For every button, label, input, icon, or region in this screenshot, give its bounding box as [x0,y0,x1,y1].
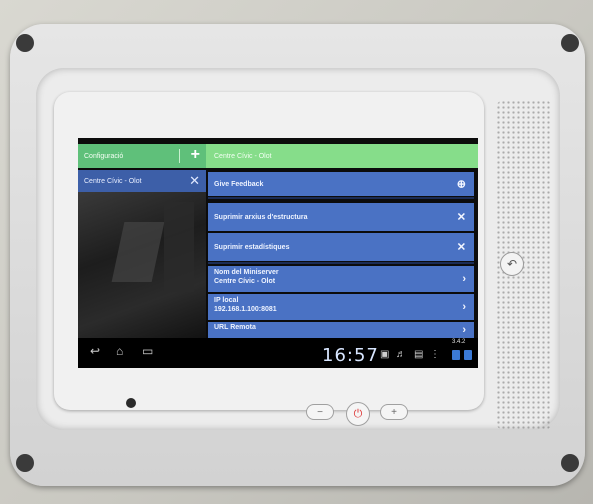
close-icon[interactable]: ✕ [189,173,200,189]
background-shape [111,222,165,282]
row-value: Centre Cívic - Olot [214,278,276,285]
remote-url-setting[interactable]: URL Remota › [208,322,474,338]
battery-icon [464,350,472,360]
background-photo [78,192,206,340]
section-divider [208,197,474,199]
feedback-icon: ⊕ [456,178,466,191]
sidebar-item-label: Centre Cívic - Olot [84,177,142,185]
screw-icon [16,34,34,52]
recent-apps-icon[interactable]: ▭ [142,344,153,358]
volume-icon[interactable]: ♬ [396,349,406,360]
chevron-right-icon: › [462,273,466,285]
background-shape [164,202,194,292]
close-icon: ✕ [456,241,466,254]
section-divider [208,262,474,264]
plus-icon[interactable]: + [191,146,200,164]
local-ip-setting[interactable]: IP local 192.168.1.100:8081 › [208,294,474,320]
row-title: IP local [214,297,239,304]
screenshot-icon[interactable]: ▣ [380,349,389,360]
power-button[interactable]: ⏻ [346,402,370,426]
back-icon[interactable]: ↩ [90,344,100,358]
tablet-screen: Configuració + Centre Cívic - Olot ✕ Cen… [78,138,478,368]
row-title: URL Remota [214,324,256,331]
camera-icon[interactable]: ▤ [414,349,423,360]
header-divider [179,149,180,163]
miniserver-name-setting[interactable]: Nom del Miniserver Centre Cívic - Olot › [208,266,474,292]
delete-structure-files-button[interactable]: Suprimir arxius d'estructura ✕ [208,203,474,231]
volume-down-button[interactable]: − [306,404,334,420]
row-title: Suprimir arxius d'estructura [214,213,308,221]
screw-icon [16,454,34,472]
system-bar: ↩ ⌂ ▭ 16:57 ▣ ♬ ▤ ⋮ 3.4.2 [78,338,478,368]
camera-lens [126,398,136,408]
row-title: Give Feedback [214,180,264,188]
right-pane-header: Centre Cívic - Olot [206,144,478,168]
notification-number: 3.4.2 [452,339,466,345]
row-title: Suprimir estadístiques [214,243,290,251]
close-icon: ✕ [456,211,466,224]
row-value: 192.168.1.100:8081 [214,306,277,313]
give-feedback-button[interactable]: Give Feedback ⊕ [208,172,474,196]
home-icon[interactable]: ⌂ [116,344,123,358]
sidebar-item-miniserver[interactable]: Centre Cívic - Olot ✕ [78,170,206,192]
status-clock: 16:57 [322,345,379,366]
notification-icon[interactable] [452,350,460,360]
delete-statistics-button[interactable]: Suprimir estadístiques ✕ [208,233,474,261]
left-pane-header: Configuració + [78,144,206,168]
chevron-right-icon: › [462,324,466,336]
screw-icon [561,34,579,52]
side-button[interactable]: ↶ [500,252,524,276]
screw-icon [561,454,579,472]
row-title: Nom del Miniserver [214,269,279,276]
left-pane-title: Configuració [84,152,124,160]
volume-up-button[interactable]: + [380,404,408,420]
menu-icon[interactable]: ⋮ [430,349,440,360]
right-pane-title: Centre Cívic - Olot [214,152,272,160]
chevron-right-icon: › [462,301,466,313]
